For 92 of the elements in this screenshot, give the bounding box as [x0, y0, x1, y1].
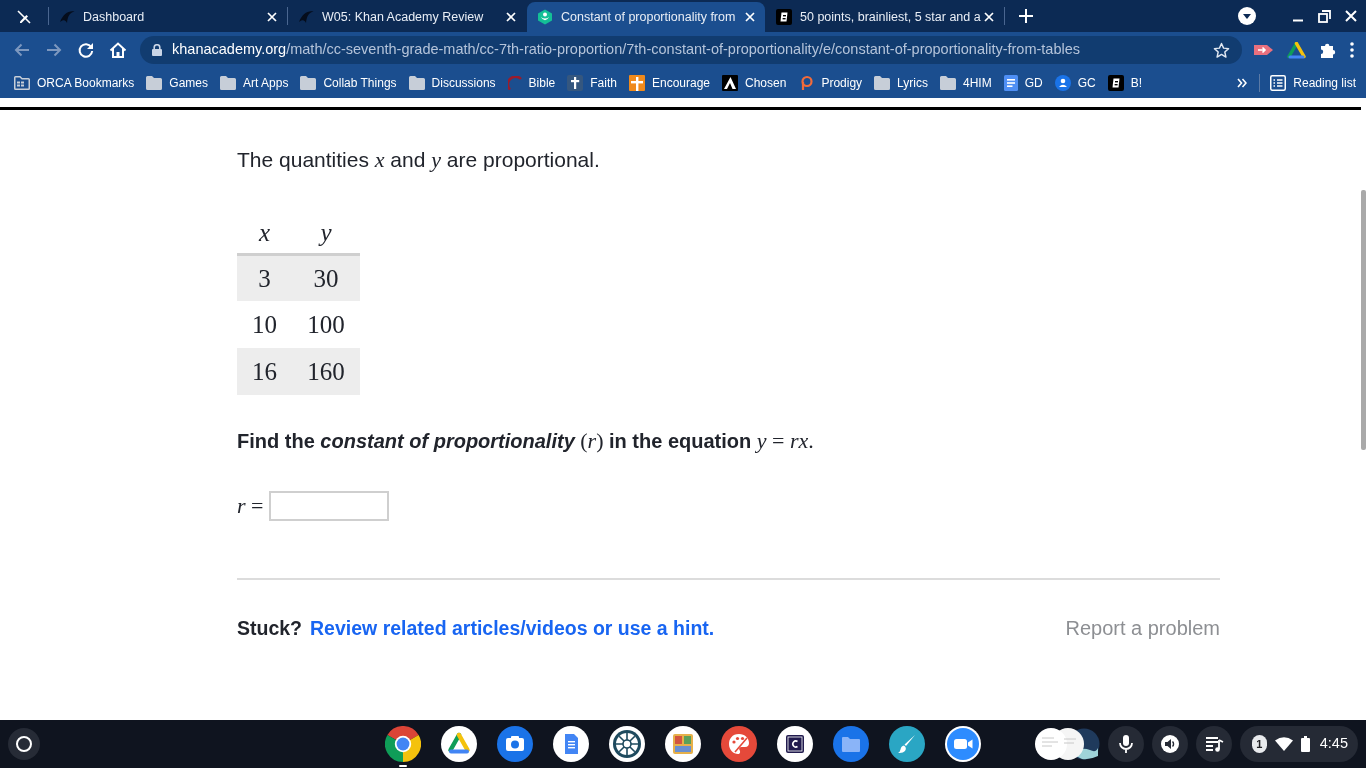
document-icon — [1003, 75, 1018, 91]
cross-icon — [567, 75, 584, 91]
bookmark-folder[interactable]: 4HIM — [933, 74, 998, 92]
equation-label: r = — [237, 492, 264, 520]
swirl-icon — [798, 75, 815, 91]
restore-icon[interactable] — [1318, 9, 1331, 23]
status-area[interactable]: 1 4:45 — [1240, 726, 1358, 762]
folder-icon — [146, 76, 163, 90]
microphone-icon[interactable] — [1108, 726, 1144, 762]
chevrons-icon[interactable] — [1237, 78, 1248, 88]
swoosh-icon — [59, 9, 75, 25]
home-icon[interactable] — [108, 40, 128, 60]
playlist-icon[interactable] — [1196, 726, 1232, 762]
battery-icon — [1300, 736, 1310, 752]
folder-icon — [408, 76, 425, 90]
wifi-icon — [1274, 737, 1293, 751]
bookmark[interactable]: Encourage — [622, 74, 716, 92]
bookmark[interactable]: GD — [997, 74, 1049, 92]
bookmark-folder[interactable]: Discussions — [402, 74, 502, 92]
thumbnail-stack[interactable] — [1034, 726, 1100, 762]
table-cell: 100 — [292, 301, 360, 348]
address-bar[interactable]: khanacademy.org/math/cc-seventh-grade-math/cc-7th-ratio-proportion/7th-constant-of-proportionality/e/constant-of-proportionality-from-tables — [140, 36, 1242, 64]
browser-tab[interactable]: Dashboard — [49, 2, 287, 32]
folder-icon — [300, 76, 317, 90]
folder-icon — [874, 76, 891, 90]
arc-icon — [507, 76, 522, 90]
triangle-logo-icon[interactable] — [441, 726, 477, 762]
grid-folder-icon — [14, 76, 30, 90]
answer-field[interactable] — [269, 490, 390, 521]
peak-tile-icon — [722, 75, 738, 91]
bookmark-folder[interactable]: Art Apps — [214, 74, 295, 92]
table-cell: 160 — [292, 348, 360, 395]
folder-icon — [220, 76, 237, 90]
document-icon[interactable] — [553, 726, 589, 762]
close-icon[interactable] — [506, 12, 516, 22]
launcher-icon[interactable] — [8, 728, 40, 760]
hint-link[interactable]: Review related articles/videos or use a hint. — [310, 614, 715, 642]
plus-icon[interactable] — [1019, 9, 1033, 23]
instruction-text: Find the constant of proportionality (r) in the equation y = rx. — [237, 427, 815, 455]
lock-icon — [152, 44, 162, 56]
bookmark-folder[interactable]: ORCA Bookmarks — [8, 74, 141, 92]
camera-icon[interactable] — [497, 726, 533, 762]
folder-icon — [939, 76, 956, 90]
star-icon[interactable] — [1213, 41, 1230, 59]
table-cell: 10 — [237, 301, 292, 348]
circle-logo-icon[interactable] — [385, 726, 421, 762]
bookmark[interactable]: Bible — [501, 74, 562, 92]
scrollbar-thumb[interactable] — [1361, 190, 1366, 450]
bookmark-folder[interactable]: Games — [140, 74, 215, 92]
wheel-icon[interactable] — [609, 726, 645, 762]
menu-icon[interactable] — [1350, 42, 1354, 58]
bookmark[interactable]: Prodigy — [792, 74, 869, 92]
puzzle-icon[interactable] — [1319, 41, 1337, 59]
browser-tab[interactable]: Constant of proportionality from — [527, 2, 765, 32]
table-cell: 3 — [237, 254, 292, 301]
square-app-icon[interactable] — [777, 726, 813, 762]
brush-icon[interactable] — [889, 726, 925, 762]
reload-icon[interactable] — [76, 40, 96, 60]
close-icon[interactable] — [745, 12, 755, 22]
clock-time: 4:45 — [1319, 734, 1348, 754]
table-cell: 16 — [237, 348, 292, 395]
video-camera-icon[interactable] — [945, 726, 981, 762]
question-text: The quantities x and y are proportional. — [237, 146, 601, 174]
tile-icon — [776, 9, 792, 25]
close-icon[interactable] — [267, 12, 277, 22]
bookmark-folder[interactable]: Lyrics — [868, 74, 934, 92]
crossed-pen-icon — [16, 9, 32, 25]
table-cell: 30 — [292, 254, 360, 301]
tag-arrow-icon[interactable] — [1254, 42, 1274, 58]
browser-tab[interactable]: 50 points, brainliest, 5 star and a — [766, 2, 1004, 32]
swoosh-icon — [298, 9, 314, 25]
cross-tile-icon — [628, 75, 645, 91]
stuck-label: Stuck? — [237, 616, 302, 641]
hexagon-leaf-icon — [537, 9, 553, 25]
close-icon[interactable] — [984, 12, 994, 22]
close-icon[interactable] — [1345, 10, 1357, 22]
list-icon — [1270, 75, 1287, 91]
photo-collage-icon[interactable] — [665, 726, 701, 762]
bookmark-folder[interactable]: Collab Things — [294, 74, 403, 92]
reading-list[interactable]: Reading list — [1264, 74, 1362, 92]
bookmark[interactable]: Faith — [561, 74, 623, 92]
palette-icon[interactable] — [721, 726, 757, 762]
person-circle-icon — [1054, 75, 1071, 91]
tile-icon — [1107, 75, 1124, 91]
folder-icon[interactable] — [833, 726, 869, 762]
caret-circle-icon[interactable] — [1238, 7, 1256, 25]
bookmark[interactable]: Chosen — [716, 74, 793, 92]
bookmark[interactable]: GC — [1048, 74, 1102, 92]
bookmark[interactable]: B! — [1101, 74, 1148, 92]
speaker-icon[interactable] — [1152, 726, 1188, 762]
browser-tab[interactable]: W05: Khan Academy Review — [288, 2, 526, 32]
notification-count[interactable]: 1 — [1252, 735, 1267, 753]
